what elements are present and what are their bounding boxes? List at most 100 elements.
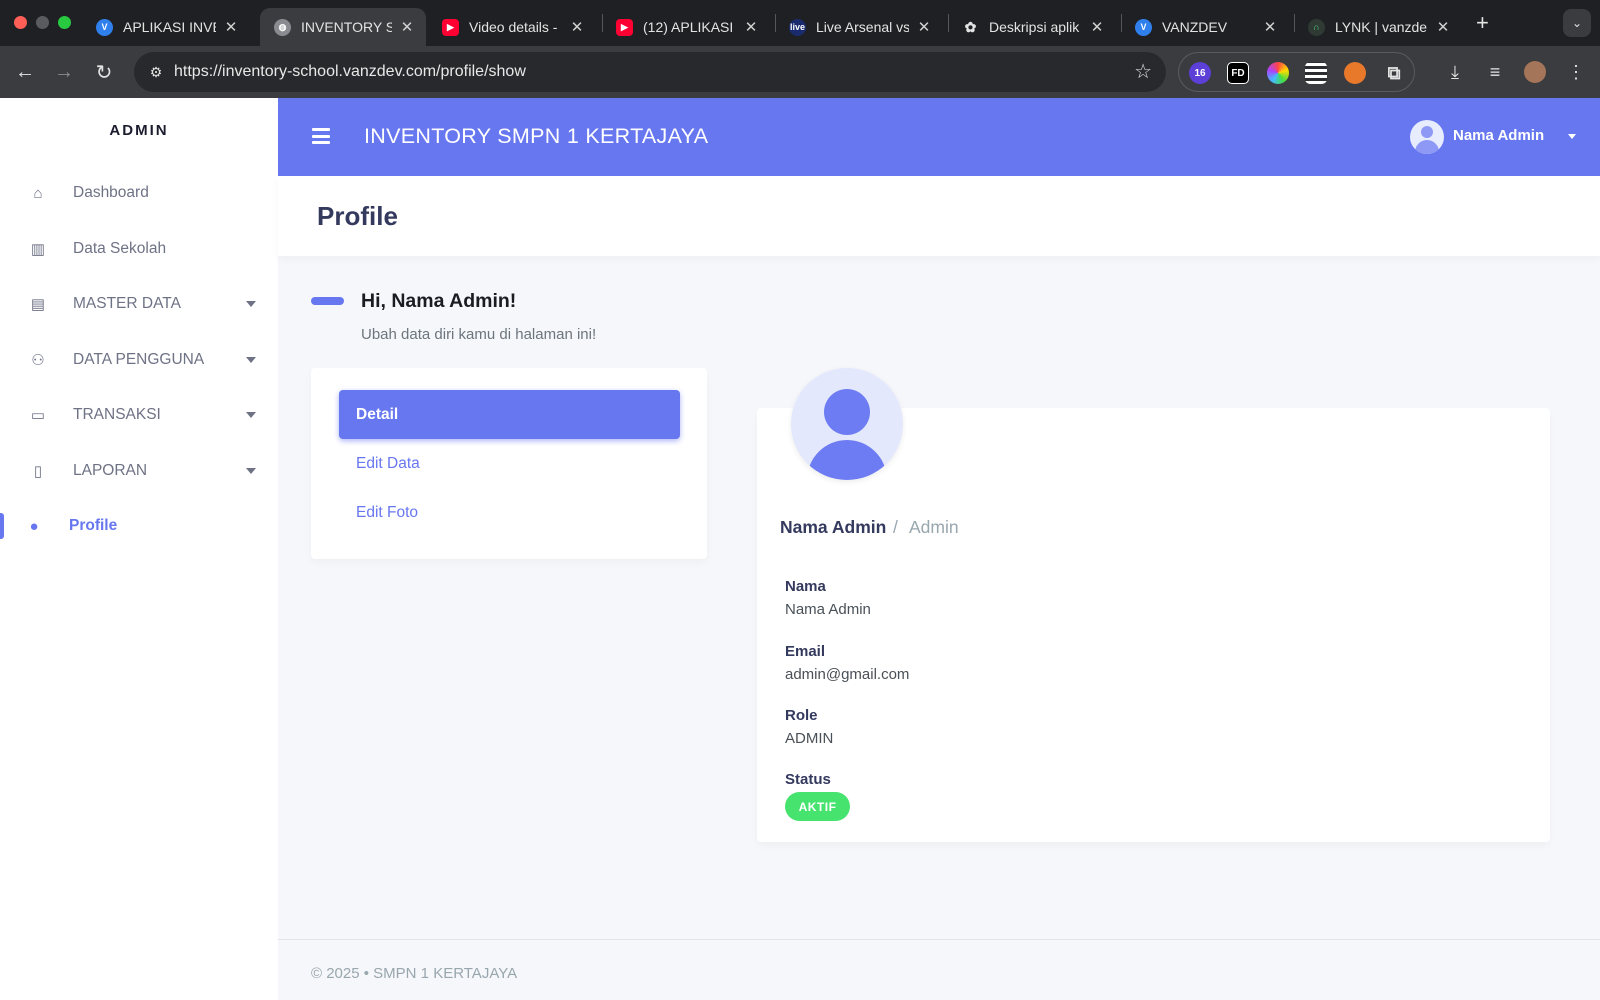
sidebar-item-transaksi[interactable]: ▭ TRANSAKSI — [0, 394, 278, 436]
tab-title: INVENTORY SM — [301, 19, 392, 35]
sidebar-brand[interactable]: ADMIN — [0, 122, 278, 139]
user-icon: ● — [29, 517, 39, 535]
section-title: Hi, Nama Admin! — [361, 290, 517, 312]
sidebar-item-profile[interactable]: ● Profile — [0, 505, 278, 547]
extension-label: FD — [1231, 67, 1245, 79]
close-tab-icon[interactable]: ✕ — [398, 18, 416, 36]
tab-detail[interactable]: Detail — [339, 390, 680, 439]
browser-tab-bar: V APLIKASI INVE ✕ ◍ INVENTORY SM ✕ ▶ Vid… — [0, 0, 1600, 46]
box-icon: ▤ — [30, 296, 46, 313]
globe-icon: ◍ — [274, 18, 291, 36]
close-tab-icon[interactable]: ✕ — [222, 18, 240, 36]
tab-title: APLIKASI INVE — [123, 19, 216, 35]
file-icon: ▯ — [33, 463, 43, 480]
browser-toolbar: ← → ↻ ⚙ https://inventory-school.vanzdev… — [0, 46, 1600, 98]
vanzdev-icon: V — [1135, 18, 1152, 36]
openai-icon: ✿ — [964, 18, 977, 35]
browser-tab[interactable]: live Live Arsenal vs ✕ — [775, 8, 943, 46]
sidebar-item-label: Profile — [69, 517, 118, 534]
chevron-down-icon — [246, 301, 256, 307]
profile-avatar — [791, 368, 903, 480]
grid-extension-icon[interactable] — [1305, 62, 1327, 84]
youtube-icon: ▶ — [616, 18, 633, 36]
field-label-nama: Nama — [785, 578, 826, 595]
field-value-email: admin@gmail.com — [785, 666, 910, 683]
close-tab-icon[interactable]: ✕ — [742, 18, 760, 36]
chevron-down-icon[interactable] — [1568, 134, 1576, 139]
browser-tab[interactable]: ▶ Video details - ✕ — [428, 8, 596, 46]
chevron-down-icon — [246, 412, 256, 418]
section-lead: Ubah data diri kamu di halaman ini! — [361, 326, 597, 343]
new-tab-icon[interactable]: + — [1476, 10, 1489, 36]
browser-tab[interactable]: ✿ Deskripsi aplik ✕ — [948, 8, 1116, 46]
tab-title: (12) APLIKASI I — [643, 19, 736, 35]
sidebar-item-laporan[interactable]: ▯ LAPORAN — [0, 450, 278, 492]
sidebar-item-label: DATA PENGGUNA — [73, 351, 205, 368]
sidebar-item-data-pengguna[interactable]: ⚇ DATA PENGGUNA — [0, 339, 278, 381]
field-value-nama: Nama Admin — [785, 601, 871, 618]
maximize-window-button[interactable] — [58, 16, 71, 29]
extensions-area: 16 FD ⧉ — [1178, 52, 1415, 92]
browser-tab[interactable]: ▶ (12) APLIKASI I ✕ — [602, 8, 770, 46]
section-accent-bar — [311, 297, 344, 305]
url-text[interactable]: https://inventory-school.vanzdev.com/pro… — [174, 63, 526, 81]
sidebar-item-label: MASTER DATA — [73, 295, 181, 312]
forward-icon[interactable]: → — [51, 59, 77, 85]
close-window-button[interactable] — [14, 16, 27, 29]
home-icon: ⌂ — [33, 184, 43, 202]
puzzle-extension-icon[interactable]: ⧉ — [1383, 62, 1405, 84]
close-tab-icon[interactable]: ✕ — [1088, 18, 1106, 36]
browser-tab-active[interactable]: ◍ INVENTORY SM ✕ — [260, 8, 426, 46]
sidebar-item-master-data[interactable]: ▤ MASTER DATA — [0, 283, 278, 325]
close-tab-icon[interactable]: ✕ — [915, 18, 933, 36]
fd-extension-icon[interactable]: FD — [1227, 62, 1249, 84]
youtube-icon: ▶ — [442, 18, 459, 36]
tab-edit-foto[interactable]: Edit Foto — [339, 488, 680, 537]
bookmark-star-icon[interactable]: ☆ — [1134, 59, 1152, 84]
back-icon[interactable]: ← — [12, 59, 38, 85]
user-dropdown-name[interactable]: Nama Admin — [1453, 127, 1544, 144]
tab-search-icon[interactable]: ⌄ — [1563, 9, 1591, 37]
extension-badge-count: 16 — [1194, 67, 1206, 79]
fox-extension-icon[interactable] — [1344, 62, 1366, 84]
browser-tab[interactable]: ∩ LYNK | vanzde ✕ — [1294, 8, 1462, 46]
chevron-down-icon — [246, 357, 256, 363]
close-tab-icon[interactable]: ✕ — [1434, 18, 1452, 36]
browser-tab[interactable]: V APLIKASI INVE ✕ — [82, 8, 250, 46]
hamburger-menu-icon[interactable] — [312, 128, 330, 144]
tab-title: VANZDEV — [1162, 19, 1228, 35]
avatar[interactable] — [1410, 120, 1444, 154]
building-icon: ▥ — [30, 241, 46, 258]
reload-icon[interactable]: ↻ — [91, 59, 117, 85]
browser-tab[interactable]: V VANZDEV ✕ — [1121, 8, 1289, 46]
page-header: Profile — [278, 176, 1600, 256]
media-control-icon[interactable]: ≡ — [1482, 59, 1508, 85]
active-indicator — [0, 513, 4, 539]
profile-role-title: Admin — [909, 517, 959, 537]
top-navbar: INVENTORY SMPN 1 KERTAJAYA Nama Admin — [278, 98, 1600, 176]
address-bar[interactable]: ⚙ https://inventory-school.vanzdev.com/p… — [134, 52, 1166, 92]
sidebar-item-dashboard[interactable]: ⌂ Dashboard — [0, 172, 278, 214]
tab-edit-data[interactable]: Edit Data — [339, 439, 680, 488]
sidebar-item-label: Dashboard — [73, 184, 149, 201]
color-picker-extension-icon[interactable] — [1267, 62, 1289, 84]
tab-title: Live Arsenal vs — [816, 19, 909, 35]
site-settings-icon[interactable]: ⚙ — [144, 60, 168, 84]
footer-text: © 2025 • SMPN 1 KERTAJAYA — [311, 965, 518, 982]
chevron-down-icon — [246, 468, 256, 474]
close-tab-icon[interactable]: ✕ — [568, 18, 586, 36]
close-tab-icon[interactable]: ✕ — [1261, 18, 1279, 36]
download-icon[interactable]: ⤓ — [1442, 59, 1468, 85]
browser-menu-icon[interactable]: ⋮ — [1563, 59, 1589, 85]
lynk-icon: ∩ — [1308, 18, 1325, 36]
minimize-window-button[interactable] — [36, 16, 49, 29]
extension-badge-icon[interactable]: 16 — [1189, 62, 1211, 84]
users-icon: ⚇ — [31, 352, 45, 369]
profile-avatar-icon[interactable] — [1522, 59, 1548, 85]
sidebar-item-data-sekolah[interactable]: ▥ Data Sekolah — [0, 228, 278, 270]
profile-menu-card: Detail Edit Data Edit Foto — [311, 368, 707, 559]
live-icon: live — [789, 18, 806, 36]
app-title: INVENTORY SMPN 1 KERTAJAYA — [364, 124, 709, 148]
profile-name: Nama Admin — [780, 517, 887, 537]
vanzdev-icon: V — [96, 18, 113, 36]
